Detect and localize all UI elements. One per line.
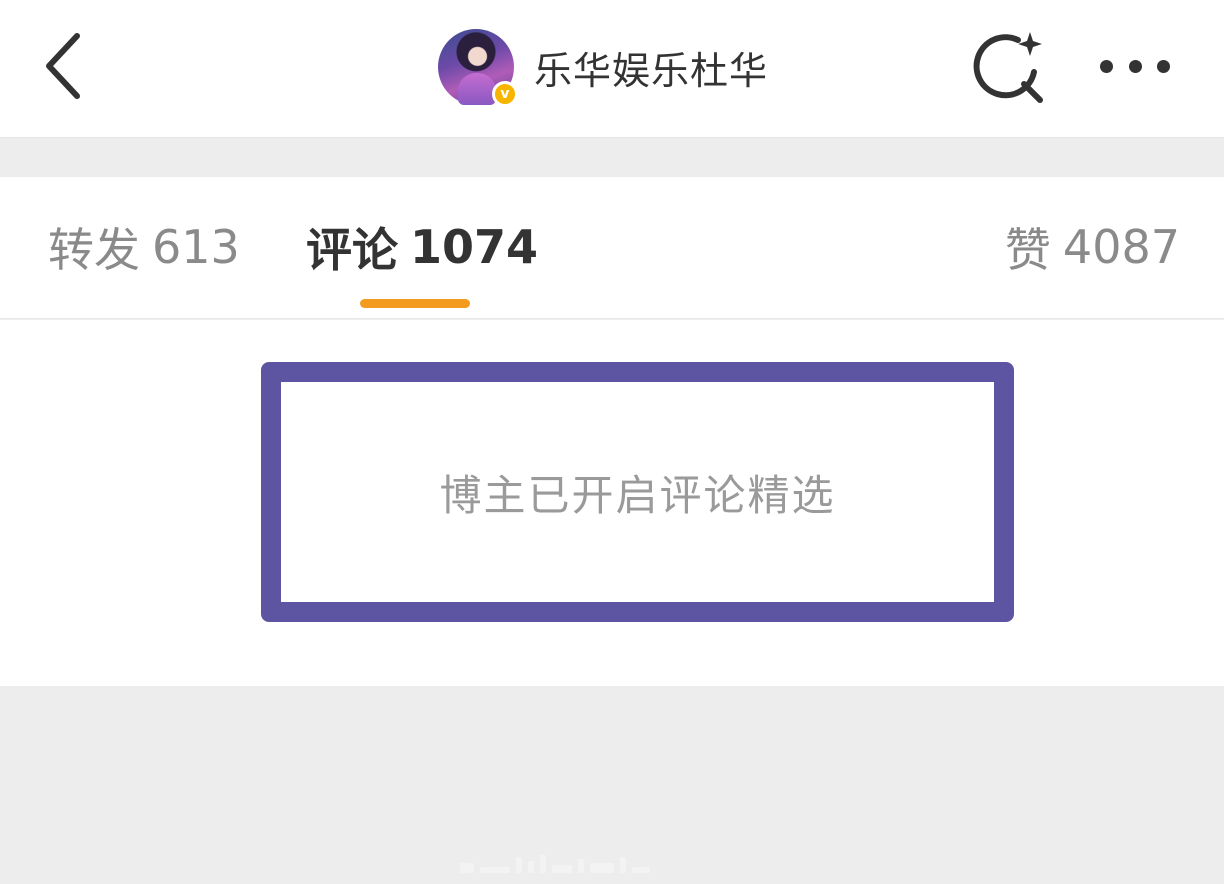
more-dot <box>1128 59 1142 73</box>
active-tab-indicator <box>360 299 470 308</box>
search-button[interactable] <box>968 28 1050 110</box>
search-sparkle-icon <box>973 32 1043 103</box>
page: v 乐华娱乐杜华 转发 613 评论 1074 赞 4087 博主已开启评论精选 <box>0 0 1224 884</box>
watermark <box>460 845 760 873</box>
comment-selection-notice: 博主已开启评论精选 <box>439 470 836 520</box>
tab-label: 评论 <box>306 223 398 277</box>
tab-likes[interactable]: 赞 4087 <box>1005 217 1180 277</box>
more-dot <box>1100 59 1113 73</box>
tab-comments[interactable]: 评论 1074 <box>306 217 538 277</box>
more-button[interactable] <box>1090 40 1180 92</box>
tab-count: 613 <box>152 220 240 274</box>
tab-label: 转发 <box>48 223 140 277</box>
top-nav-bar: v 乐华娱乐杜华 <box>0 0 1224 138</box>
more-dot <box>1157 59 1170 73</box>
section-separator <box>0 145 1224 177</box>
tab-reposts[interactable]: 转发 613 <box>48 217 240 277</box>
verified-badge: v <box>492 81 518 107</box>
notice-highlight-box: 博主已开启评论精选 <box>261 362 1014 622</box>
account-profile[interactable]: v 乐华娱乐杜华 <box>438 28 768 107</box>
tab-count: 4087 <box>1062 220 1180 274</box>
account-name[interactable]: 乐华娱乐杜华 <box>534 40 768 95</box>
chevron-left-icon <box>46 33 80 99</box>
tab-count: 1074 <box>410 220 539 274</box>
avatar[interactable]: v <box>438 29 518 107</box>
tab-label: 赞 <box>1004 223 1051 277</box>
comments-content: 博主已开启评论精选 <box>0 320 1224 686</box>
tabs-bar: 转发 613 评论 1074 赞 4087 <box>0 177 1224 319</box>
back-button[interactable] <box>30 30 96 102</box>
